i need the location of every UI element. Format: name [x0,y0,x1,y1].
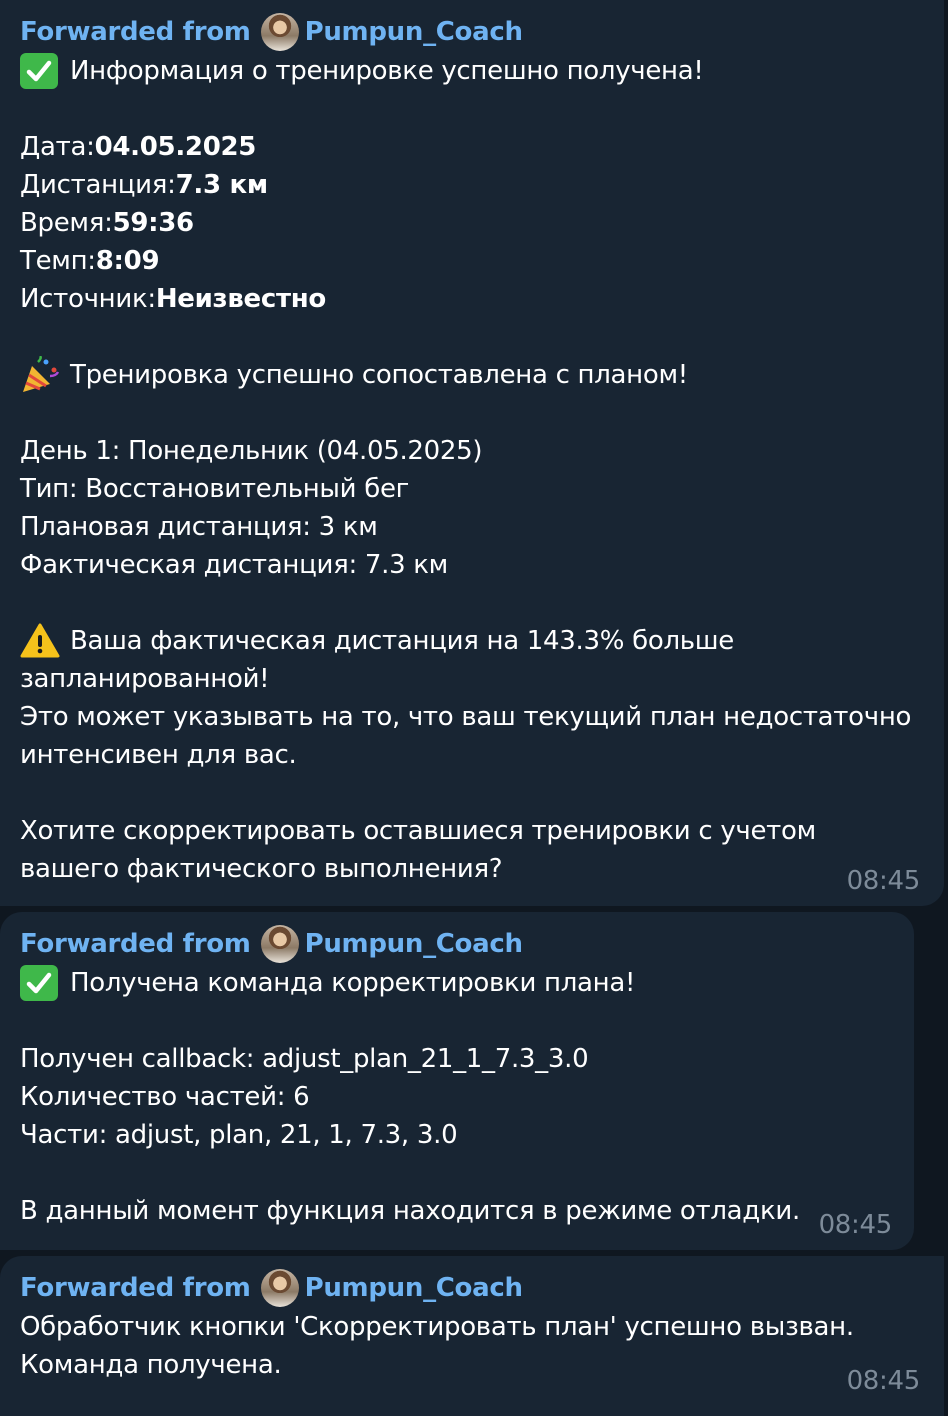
distance-value: 7.3 км [175,170,269,200]
forwarded-label: Forwarded from [20,1273,251,1303]
party-popper-icon [20,356,60,394]
info-received-text: Информация о тренировке успешно получена… [70,56,704,86]
message-text: Получена команда корректировки плана! По… [20,964,894,1230]
parts-text: Части: adjust, plan, 21, 1, 7.3, 3.0 [20,1120,458,1150]
date-label: Дата: [20,132,95,162]
sender-name[interactable]: Pumpun_Coach [305,17,523,47]
message-text: Обработчик кнопки 'Скорректировать план'… [20,1308,924,1384]
warning-text-1: Ваша фактическая дистанция на 143.3% бол… [70,626,734,656]
message-time: 08:45 [818,1210,893,1240]
sender-avatar[interactable] [260,13,299,51]
message-bubble-2[interactable]: Forwarded from Pumpun_Coach Получена ком… [0,912,914,1250]
message-time: 08:45 [846,866,921,896]
type-text: Тип: Восстановительный бег [20,474,410,504]
check-mark-icon [20,965,58,1001]
question-text-1: Хотите скорректировать оставшиеся тренир… [20,816,816,846]
forwarded-header[interactable]: Forwarded from Pumpun_Coach [20,12,924,52]
sender-name[interactable]: Pumpun_Coach [305,929,523,959]
handler-text: Обработчик кнопки 'Скорректировать план'… [20,1312,854,1342]
message-text: Информация о тренировке успешно получена… [20,52,924,888]
callback-text: Получен callback: adjust_plan_21_1_7.3_3… [20,1044,589,1074]
warning-text-3: Это может указывать на то, что ваш текущ… [20,702,912,732]
pace-value: 8:09 [95,246,160,276]
forwarded-label: Forwarded from [20,929,251,959]
time-label: Время: [20,208,113,238]
parts-count-text: Количество частей: 6 [20,1082,310,1112]
check-mark-icon [20,53,58,89]
distance-label: Дистанция: [20,170,176,200]
day-text: День 1: Понедельник (04.05.2025) [20,436,483,466]
sender-name[interactable]: Pumpun_Coach [305,1273,523,1303]
source-label: Источник: [20,284,156,314]
message-bubble-1[interactable]: Forwarded from Pumpun_Coach Информация о… [0,0,944,906]
warning-icon [20,622,60,660]
planned-distance-text: Плановая дистанция: 3 км [20,512,378,542]
sender-avatar[interactable] [260,1269,299,1307]
debug-text: В данный момент функция находится в режи… [20,1196,800,1226]
pace-label: Темп: [20,246,96,276]
command-received-text: Получена команда корректировки плана! [70,968,636,998]
matched-text: Тренировка успешно сопоставлена с планом… [70,360,688,390]
forwarded-label: Forwarded from [20,17,251,47]
command-received-text: Команда получена. [20,1350,282,1380]
forwarded-header[interactable]: Forwarded from Pumpun_Coach [20,1268,924,1308]
question-text-2: вашего фактического выполнения? [20,854,503,884]
time-value: 59:36 [112,208,195,238]
date-value: 04.05.2025 [94,132,257,162]
forwarded-header[interactable]: Forwarded from Pumpun_Coach [20,924,894,964]
source-value: Неизвестно [155,284,326,314]
warning-text-2: запланированной! [20,664,270,694]
sender-avatar[interactable] [260,925,299,963]
actual-distance-text: Фактическая дистанция: 7.3 км [20,550,448,580]
warning-text-4: интенсивен для вас. [20,740,297,770]
message-bubble-3[interactable]: Forwarded from Pumpun_Coach Обработчик к… [0,1256,944,1416]
